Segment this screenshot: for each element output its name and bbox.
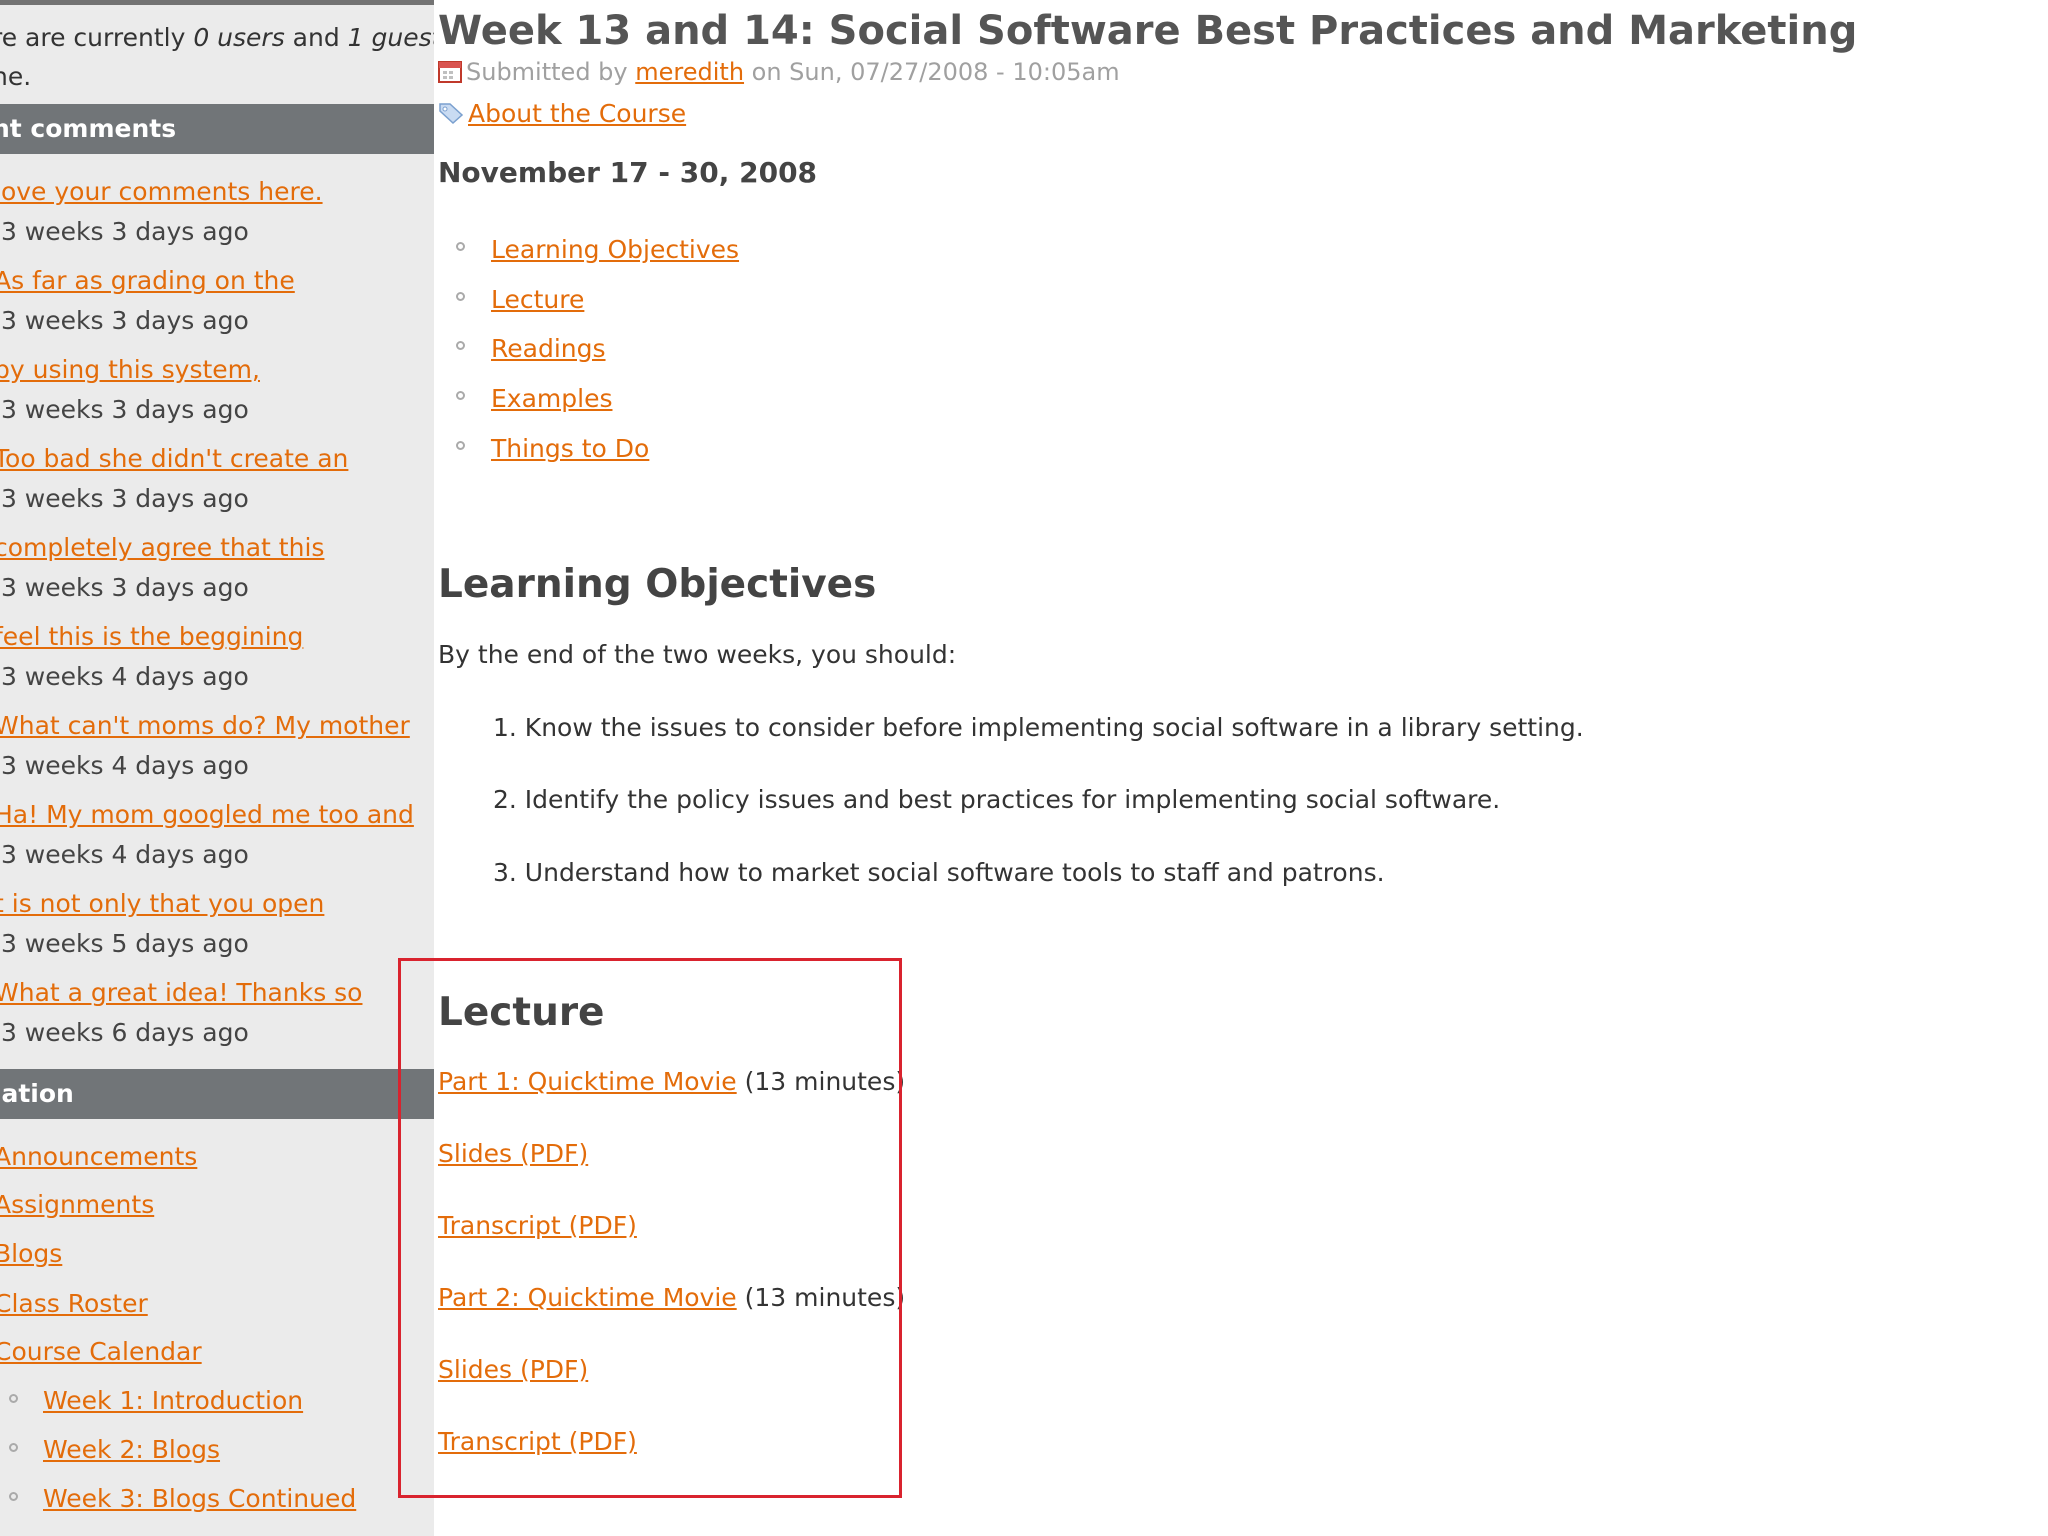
comment-age: l3 weeks 5 days ago	[0, 929, 249, 958]
toc-readings[interactable]: Readings	[491, 334, 606, 363]
bullet-icon	[456, 441, 465, 450]
toc-examples[interactable]: Examples	[491, 384, 612, 413]
comment-link[interactable]: love your comments here.	[0, 172, 434, 212]
comment-age: l3 weeks 3 days ago	[0, 306, 249, 335]
list-item: Examples	[456, 379, 612, 419]
learning-objectives-heading: Learning Objectives	[438, 562, 877, 607]
sidebar-top-bar	[0, 0, 434, 5]
sidebar: re are currently 0 users and 1 guest ne.…	[0, 0, 434, 1536]
toc-learning-objectives[interactable]: Learning Objectives	[491, 235, 739, 264]
list-item: Readings	[456, 329, 606, 369]
comment-link[interactable]: Too bad she didn't create an	[0, 439, 434, 479]
nav-week-3[interactable]: Week 3: Blogs Continued	[43, 1479, 356, 1519]
submitted-info: Submitted by meredith on Sun, 07/27/2008…	[438, 56, 1120, 88]
tag-icon	[439, 103, 464, 125]
comment-item: As far as grading on the l3 weeks 3 days…	[0, 261, 434, 341]
bullet-icon	[456, 292, 465, 301]
lecture-highlight-box	[398, 958, 902, 1498]
comment-age: l3 weeks 4 days ago	[0, 751, 249, 780]
navigation-header: igation	[0, 1069, 434, 1119]
learning-objectives-intro: By the end of the two weeks, you should:	[438, 640, 957, 669]
comment-age: l3 weeks 3 days ago	[0, 484, 249, 513]
comment-link[interactable]: As far as grading on the	[0, 261, 434, 301]
comment-item: Ha! My mom googled me too and l3 weeks 4…	[0, 795, 434, 875]
nav-announcements[interactable]: Announcements	[0, 1137, 197, 1177]
bullet-icon	[9, 1492, 18, 1501]
comment-item: by using this system, l3 weeks 3 days ag…	[0, 350, 434, 430]
comment-age: l3 weeks 6 days ago	[0, 1018, 249, 1047]
objective-item: 1. Know the issues to consider before im…	[493, 713, 1584, 742]
whos-online-text: re are currently 0 users and 1 guest ne.	[0, 23, 434, 91]
objective-item: 2. Identify the policy issues and best p…	[493, 785, 1501, 814]
bullet-icon	[456, 242, 465, 251]
date-range: November 17 - 30, 2008	[438, 156, 818, 189]
page-title: Week 13 and 14: Social Software Best Pra…	[438, 8, 1858, 54]
comment-link[interactable]: completely agree that this	[0, 528, 434, 568]
comment-link[interactable]: by using this system,	[0, 350, 434, 390]
comment-age: l3 weeks 4 days ago	[0, 840, 249, 869]
objective-item: 3. Understand how to market social softw…	[493, 858, 1385, 887]
bullet-icon	[9, 1443, 18, 1452]
taxonomy: About the Course	[438, 98, 686, 130]
comment-age: l3 weeks 3 days ago	[0, 395, 249, 424]
nav-assignments[interactable]: Assignments	[0, 1185, 154, 1225]
about-course-link[interactable]: About the Course	[468, 99, 686, 128]
comment-item: completely agree that this l3 weeks 3 da…	[0, 528, 434, 608]
comment-item: What can't moms do? My mother l3 weeks 4…	[0, 706, 434, 786]
calendar-icon	[438, 61, 462, 83]
nav-class-roster[interactable]: Class Roster	[0, 1284, 148, 1324]
toc-things-to-do[interactable]: Things to Do	[491, 434, 649, 463]
toc-lecture[interactable]: Lecture	[491, 285, 584, 314]
bullet-icon	[456, 391, 465, 400]
comment-link[interactable]: t is not only that you open	[0, 884, 434, 924]
comment-link[interactable]: What can't moms do? My mother	[0, 706, 434, 746]
comment-link[interactable]: Ha! My mom googled me too and	[0, 795, 434, 835]
comment-age: l3 weeks 4 days ago	[0, 662, 249, 691]
comment-link[interactable]: feel this is the beggining	[0, 617, 434, 657]
author-link[interactable]: meredith	[635, 58, 744, 86]
comment-item: What a great idea! Thanks so l3 weeks 6 …	[0, 973, 434, 1053]
comment-link[interactable]: What a great idea! Thanks so	[0, 973, 434, 1013]
list-item: Lecture	[456, 280, 584, 320]
comment-item: love your comments here. l3 weeks 3 days…	[0, 172, 434, 252]
bullet-icon	[9, 1394, 18, 1403]
list-item: Things to Do	[456, 429, 649, 469]
nav-week-2[interactable]: Week 2: Blogs	[43, 1430, 220, 1470]
comment-item: Too bad she didn't create an l3 weeks 3 …	[0, 439, 434, 519]
list-item: Learning Objectives	[456, 230, 739, 270]
recent-comments-header: ent comments	[0, 104, 434, 154]
nav-week-1[interactable]: Week 1: Introduction	[43, 1381, 303, 1421]
nav-blogs[interactable]: Blogs	[0, 1234, 62, 1274]
comment-item: feel this is the beggining l3 weeks 4 da…	[0, 617, 434, 697]
bullet-icon	[456, 341, 465, 350]
comment-age: l3 weeks 3 days ago	[0, 217, 249, 246]
comment-item: t is not only that you open l3 weeks 5 d…	[0, 884, 434, 964]
comment-age: l3 weeks 3 days ago	[0, 573, 249, 602]
nav-course-calendar[interactable]: Course Calendar	[0, 1332, 202, 1372]
